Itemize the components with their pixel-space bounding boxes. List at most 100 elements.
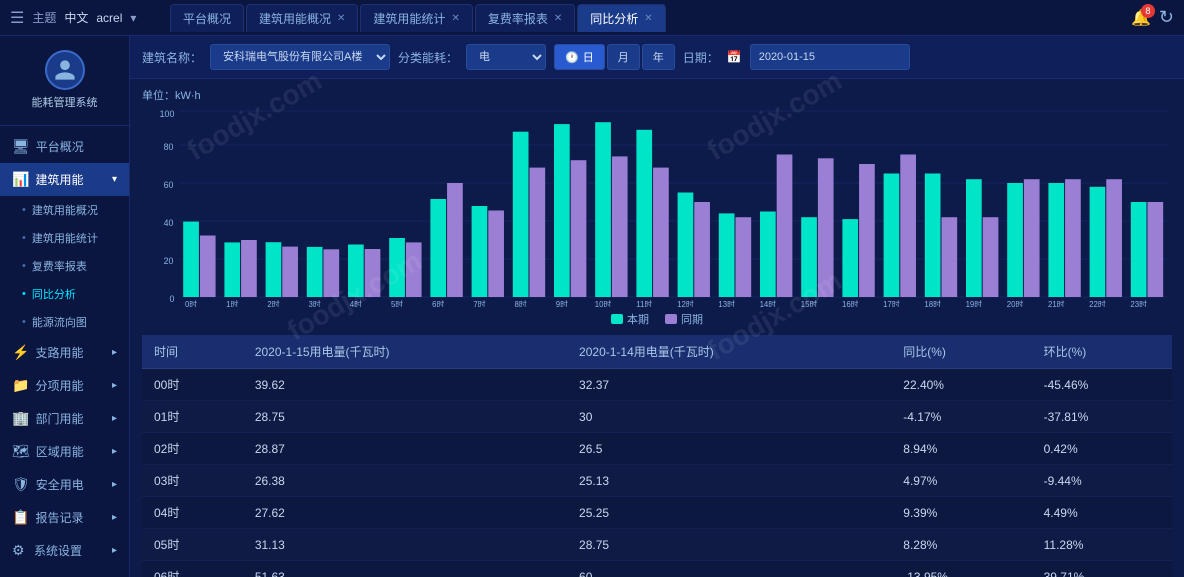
cell-prev-0: 32.37 — [567, 369, 891, 401]
cell-prev-4: 25.25 — [567, 497, 891, 529]
nav-left: ☰ 主题 中文 acrel ▾ — [10, 8, 170, 28]
svg-text:3时: 3时 — [309, 299, 321, 307]
cell-time-5: 05时 — [142, 529, 243, 561]
settings-icon: ⚙ — [12, 542, 28, 559]
toggle-day[interactable]: 🕐 日 — [554, 44, 605, 70]
toggle-year[interactable]: 年 — [642, 44, 675, 70]
cell-yoy-6: -13.95% — [891, 561, 1031, 577]
tab-overview[interactable]: 平台概况 — [170, 4, 244, 32]
top-nav: ☰ 主题 中文 acrel ▾ 平台概况 建筑用能概况 ✕ 建筑用能统计 ✕ 复… — [0, 0, 1184, 36]
tab-energy-overview[interactable]: 建筑用能概况 ✕ — [246, 4, 358, 32]
arrow-building-energy: ▾ — [112, 174, 117, 185]
legend-dot-prev — [665, 314, 677, 324]
cell-mom-2: 0.42% — [1032, 433, 1172, 465]
user-label: acrel — [96, 11, 122, 25]
sidebar-item-area[interactable]: 🗺 区域用能 ▸ — [0, 435, 129, 468]
sidebar-item-dept[interactable]: 🏢 部门用能 ▸ — [0, 402, 129, 435]
cell-prev-6: 60 — [567, 561, 891, 577]
cell-mom-5: 11.28% — [1032, 529, 1172, 561]
sidebar-item-safety[interactable]: 🛡 安全用电 ▸ — [0, 468, 129, 501]
sidebar-item-building-energy[interactable]: 📊 建筑用能 ▾ — [0, 163, 129, 196]
cell-cur-2: 28.87 — [243, 433, 567, 465]
cell-yoy-1: -4.17% — [891, 401, 1031, 433]
svg-text:0: 0 — [169, 294, 174, 304]
cell-yoy-5: 8.28% — [891, 529, 1031, 561]
filter-bar: 建筑名称： 安科瑞电气股份有限公司A楼 分类能耗： 电 🕐 日 月 年 — [130, 36, 1184, 79]
category-select[interactable]: 电 — [466, 44, 546, 70]
toggle-month[interactable]: 月 — [607, 44, 640, 70]
cell-mom-0: -45.46% — [1032, 369, 1172, 401]
table-row: 03时26.3825.134.97%-9.44% — [142, 465, 1172, 497]
table-section: 时间 2020-1-15用电量(千瓦时) 2020-1-14用电量(千瓦时) 同… — [130, 335, 1184, 577]
sub-item-rate[interactable]: 复费率报表 — [0, 252, 129, 280]
data-table: 时间 2020-1-15用电量(千瓦时) 2020-1-14用电量(千瓦时) 同… — [142, 335, 1172, 577]
building-select[interactable]: 安科瑞电气股份有限公司A楼 — [210, 44, 390, 70]
cell-mom-1: -37.81% — [1032, 401, 1172, 433]
sub-item-stats[interactable]: 建筑用能统计 — [0, 224, 129, 252]
arrow-area: ▸ — [112, 446, 117, 457]
svg-text:5时: 5时 — [391, 299, 403, 307]
table-body: 00时39.6232.3722.40%-45.46%01时28.7530-4.1… — [142, 369, 1172, 577]
area-icon: 🗺 — [12, 443, 30, 460]
building-label: 建筑名称： — [142, 49, 202, 66]
svg-text:10时: 10时 — [595, 299, 612, 307]
sidebar-item-report[interactable]: 📋 报告记录 ▸ — [0, 501, 129, 534]
cell-yoy-0: 22.40% — [891, 369, 1031, 401]
tab-rate-report[interactable]: 复费率报表 ✕ — [475, 4, 575, 32]
unit-label: 单位：kW·h — [142, 87, 1172, 103]
main-layout: 能耗管理系统 🖥 平台概况 📊 建筑用能 ▾ 建筑用能概况 建筑用能统计 复 — [0, 36, 1184, 577]
svg-text:2时: 2时 — [267, 299, 279, 307]
svg-text:40: 40 — [164, 218, 174, 228]
date-label: 日期： — [683, 49, 719, 66]
tab-close-4[interactable]: ✕ — [644, 13, 652, 24]
hamburger-icon[interactable]: ☰ — [10, 8, 24, 28]
sidebar-item-platform[interactable]: 🖥 平台概况 — [0, 130, 129, 163]
sidebar-item-submeter[interactable]: 📁 分项用能 ▸ — [0, 369, 129, 402]
col-header-prev: 2020-1-14用电量(千瓦时) — [567, 335, 891, 369]
cell-yoy-4: 9.39% — [891, 497, 1031, 529]
notification-icon[interactable]: 🔔 8 — [1131, 8, 1151, 28]
cell-time-3: 03时 — [142, 465, 243, 497]
col-header-mom: 环比(%) — [1032, 335, 1172, 369]
arrow-safety: ▸ — [112, 479, 117, 490]
svg-text:7时: 7时 — [473, 299, 485, 307]
sub-item-overview[interactable]: 建筑用能概况 — [0, 196, 129, 224]
cell-cur-3: 26.38 — [243, 465, 567, 497]
svg-text:80: 80 — [164, 142, 174, 152]
arrow-submeter: ▸ — [112, 380, 117, 391]
sub-item-flow[interactable]: 能源流向图 — [0, 308, 129, 336]
content-area: 建筑名称： 安科瑞电气股份有限公司A楼 分类能耗： 电 🕐 日 月 年 — [130, 36, 1184, 577]
avatar — [45, 50, 85, 90]
submeter-icon: 📁 — [12, 377, 29, 394]
sidebar: 能耗管理系统 🖥 平台概况 📊 建筑用能 ▾ 建筑用能概况 建筑用能统计 复 — [0, 36, 130, 577]
svg-text:22时: 22时 — [1089, 299, 1106, 307]
tab-energy-stats[interactable]: 建筑用能统计 ✕ — [360, 4, 472, 32]
table-row: 01时28.7530-4.17%-37.81% — [142, 401, 1172, 433]
svg-text:19时: 19时 — [966, 299, 983, 307]
svg-text:13时: 13时 — [718, 299, 735, 307]
svg-text:100: 100 — [160, 109, 175, 119]
tab-compare[interactable]: 同比分析 ✕ — [577, 4, 665, 32]
sidebar-item-settings[interactable]: ⚙ 系统设置 ▸ — [0, 534, 129, 567]
sidebar-item-support[interactable]: ⚡ 支路用能 ▸ — [0, 336, 129, 369]
platform-icon: 🖥 — [12, 138, 30, 155]
date-input[interactable] — [750, 44, 910, 70]
cell-cur-5: 31.13 — [243, 529, 567, 561]
svg-text:15时: 15时 — [801, 299, 818, 307]
svg-text:20时: 20时 — [1007, 299, 1024, 307]
cell-time-6: 06时 — [142, 561, 243, 577]
svg-text:23时: 23时 — [1130, 299, 1147, 307]
bar-cur-0 — [183, 222, 199, 297]
building-energy-icon: 📊 — [12, 171, 29, 188]
tab-close-3[interactable]: ✕ — [554, 13, 562, 24]
sub-item-compare[interactable]: 同比分析 — [0, 280, 129, 308]
theme-label: 主题 — [32, 9, 56, 26]
cell-prev-5: 28.75 — [567, 529, 891, 561]
refresh-icon[interactable]: ↻ — [1159, 7, 1174, 28]
table-header-row: 时间 2020-1-15用电量(千瓦时) 2020-1-14用电量(千瓦时) 同… — [142, 335, 1172, 369]
tab-close-1[interactable]: ✕ — [337, 13, 345, 24]
svg-text:6时: 6时 — [432, 299, 444, 307]
date-toggle-group: 🕐 日 月 年 — [554, 44, 675, 70]
tab-close-2[interactable]: ✕ — [451, 13, 459, 24]
nav-right: 🔔 8 ↻ — [1094, 7, 1174, 28]
